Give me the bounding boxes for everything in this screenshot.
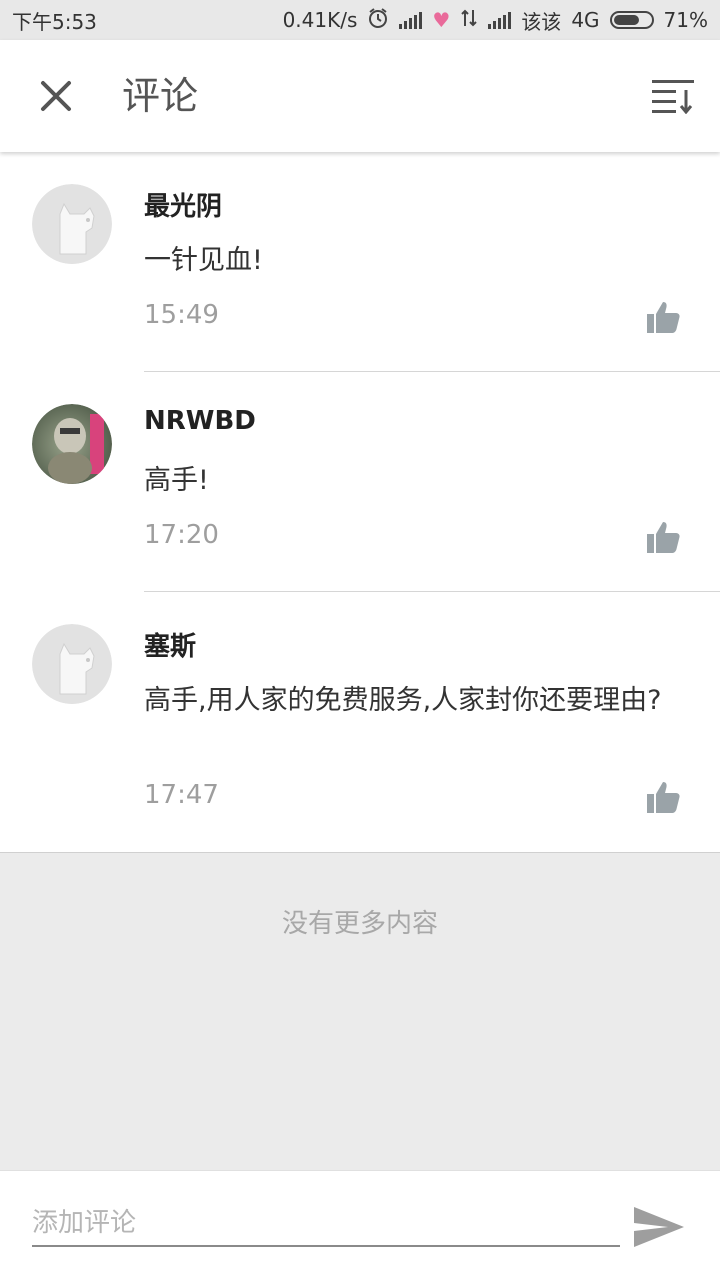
comment-item: 塞斯 高手,用人家的免费服务,人家封你还要理由? 17:47 [0, 592, 720, 852]
page-title: 评论 [122, 74, 199, 118]
comment-username[interactable]: NRWBD [144, 406, 256, 436]
data-transfer-icon [460, 8, 478, 33]
thumbs-up-icon [647, 302, 680, 333]
app-bar: 评论 [0, 40, 720, 152]
comment-text: 高手! [144, 465, 209, 496]
comment-username[interactable]: 最光阴 [144, 186, 222, 223]
close-icon [41, 81, 71, 111]
signal-icon-2 [488, 11, 512, 29]
heart-icon: ♥ [432, 8, 451, 32]
status-time: 下午5:53 [12, 9, 97, 34]
avatar[interactable] [32, 624, 112, 704]
alarm-icon [367, 7, 389, 34]
no-more-content-label: 没有更多内容 [281, 909, 438, 939]
comment-text: 高手,用人家的免费服务,人家封你还要理由? [144, 685, 662, 716]
comment-time: 15:49 [144, 300, 219, 330]
send-icon [634, 1207, 684, 1247]
default-dog-avatar-icon [32, 184, 112, 264]
battery-percent: 71% [663, 8, 708, 32]
comment-input[interactable] [32, 1201, 620, 1247]
photo-avatar-icon [32, 404, 112, 484]
carrier-label: 该该 [521, 9, 562, 34]
like-button[interactable] [644, 778, 684, 818]
comment-item: 最光阴 一针见血! 15:49 [0, 152, 720, 372]
comment-time: 17:47 [144, 780, 219, 810]
network-type: 4G [571, 8, 600, 32]
comment-username[interactable]: 塞斯 [144, 626, 196, 663]
avatar[interactable] [32, 404, 112, 484]
thumbs-up-icon [647, 522, 680, 553]
comment-input-bar [0, 1170, 720, 1280]
send-button[interactable] [632, 1205, 686, 1249]
list-end-area: 没有更多内容 [0, 852, 720, 1170]
net-speed: 0.41K/s [282, 8, 358, 32]
sort-button[interactable] [648, 70, 700, 122]
like-button[interactable] [644, 518, 684, 558]
status-bar: 下午5:53 0.41K/s ♥ 该该 4G 71% [0, 0, 720, 40]
battery-icon [609, 11, 654, 29]
signal-icon [399, 11, 423, 29]
sort-icon [652, 80, 694, 114]
default-dog-avatar-icon [32, 624, 112, 704]
thumbs-up-icon [647, 782, 680, 813]
like-button[interactable] [644, 298, 684, 338]
avatar[interactable] [32, 184, 112, 264]
comment-text: 一针见血! [144, 245, 263, 276]
comment-list: 最光阴 一针见血! 15:49 NRWBD 高手! 17:20 塞斯 高手,用人… [0, 152, 720, 852]
comment-item: NRWBD 高手! 17:20 [0, 372, 720, 592]
comment-time: 17:20 [144, 520, 219, 550]
close-button[interactable] [28, 68, 84, 124]
